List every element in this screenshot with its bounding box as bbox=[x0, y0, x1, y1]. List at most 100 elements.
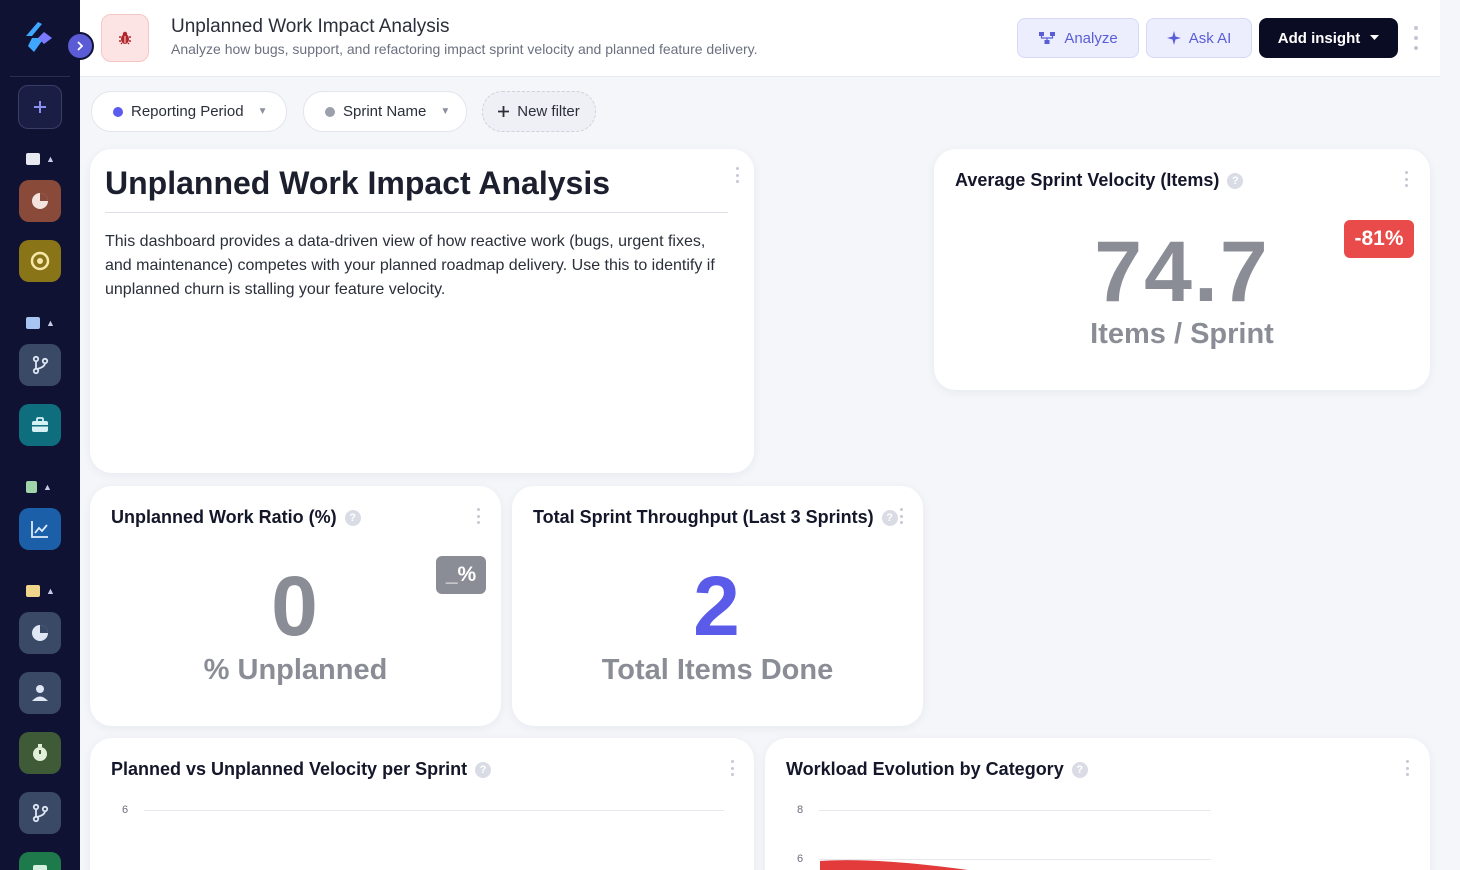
sidebar-item-briefcase[interactable] bbox=[19, 404, 61, 446]
briefcase-icon bbox=[32, 417, 48, 432]
analyze-button[interactable]: Analyze bbox=[1017, 18, 1139, 58]
sidebar-item-line-chart[interactable] bbox=[19, 508, 61, 550]
target-icon bbox=[30, 251, 50, 271]
card-menu-icon[interactable] bbox=[728, 760, 736, 776]
sidebar-item-git-branch[interactable] bbox=[19, 344, 61, 386]
sidebar-group-documents[interactable]: ▲ bbox=[26, 480, 58, 494]
card-title-text: Unplanned Work Ratio (%) bbox=[111, 507, 337, 527]
add-insight-button[interactable]: Add insight bbox=[1259, 18, 1398, 58]
analyze-label: Analyze bbox=[1064, 29, 1118, 47]
sidebar-item-target[interactable] bbox=[19, 240, 61, 282]
card-menu-icon[interactable] bbox=[897, 508, 905, 524]
velocity-kpi-card: Average Sprint Velocity (Items) ? 74.7 I… bbox=[934, 149, 1430, 390]
filter-reporting-period[interactable]: Reporting Period ▼ bbox=[91, 91, 287, 132]
sidebar-item-pie-summary[interactable] bbox=[19, 612, 61, 654]
sidebar-group-notes[interactable]: ▲ bbox=[26, 584, 58, 598]
card-title: Average Sprint Velocity (Items) ? bbox=[955, 170, 1244, 191]
chevron-down-icon: ▼ bbox=[257, 106, 268, 117]
git-branch-icon bbox=[32, 355, 49, 375]
line-chart-icon bbox=[31, 521, 48, 538]
pie-chart-icon bbox=[32, 625, 48, 641]
page-subtitle: Analyze how bugs, support, and refactori… bbox=[171, 41, 758, 57]
grid-line bbox=[819, 810, 1211, 811]
chevron-up-icon: ▲ bbox=[46, 586, 55, 596]
chevron-up-icon: ▲ bbox=[46, 154, 55, 164]
new-filter-label: New filter bbox=[517, 103, 580, 120]
y-axis-tick: 6 bbox=[797, 853, 804, 865]
intro-text-card: Unplanned Work Impact Analysis This dash… bbox=[90, 149, 754, 473]
card-menu-icon[interactable] bbox=[474, 508, 482, 524]
spreadsheet-icon bbox=[33, 865, 47, 870]
help-icon[interactable]: ? bbox=[475, 761, 492, 778]
help-icon[interactable]: ? bbox=[1227, 172, 1244, 189]
more-options-icon[interactable] bbox=[1410, 26, 1422, 50]
card-menu-icon[interactable] bbox=[1403, 760, 1411, 776]
grid-line bbox=[144, 810, 724, 811]
page-title: Unplanned Work Impact Analysis bbox=[171, 16, 450, 37]
filter-sprint-name[interactable]: Sprint Name ▼ bbox=[303, 91, 467, 132]
change-badge: -81% bbox=[1344, 220, 1414, 258]
filter-status-dot bbox=[325, 106, 335, 117]
throughput-kpi-card: Total Sprint Throughput (Last 3 Sprints)… bbox=[512, 486, 923, 726]
git-branch-icon bbox=[32, 803, 49, 823]
card-title-text: Average Sprint Velocity (Items) bbox=[955, 170, 1220, 190]
ask-ai-button[interactable]: Ask AI bbox=[1146, 18, 1252, 58]
chevron-up-icon: ▲ bbox=[43, 482, 52, 492]
new-filter-button[interactable]: New filter bbox=[482, 91, 596, 132]
y-axis-tick: 8 bbox=[797, 804, 804, 816]
chevron-up-icon: ▲ bbox=[46, 318, 55, 328]
page-header: Unplanned Work Impact Analysis Analyze h… bbox=[80, 0, 1440, 77]
card-title-text: Planned vs Unplanned Velocity per Sprint bbox=[111, 759, 468, 779]
caret-down-icon bbox=[1370, 35, 1380, 40]
card-title: Workload Evolution by Category ? bbox=[786, 759, 1088, 780]
ratio-kpi-card: Unplanned Work Ratio (%) ? 0 % Unplanned… bbox=[90, 486, 501, 726]
kpi-unit: % Unplanned bbox=[203, 654, 388, 686]
velocity-chart-card: Planned vs Unplanned Velocity per Sprint… bbox=[90, 738, 754, 870]
plus-icon bbox=[34, 101, 46, 113]
hierarchy-icon bbox=[1039, 32, 1056, 44]
sticky-note-icon bbox=[26, 585, 40, 597]
plus-icon bbox=[498, 106, 510, 117]
sidebar-item-spreadsheet[interactable] bbox=[19, 852, 61, 870]
expand-sidebar-button[interactable] bbox=[66, 32, 94, 60]
new-dashboard-button[interactable] bbox=[18, 85, 62, 129]
sidebar-group-archive[interactable]: ▲ bbox=[26, 152, 58, 166]
card-title: Total Sprint Throughput (Last 3 Sprints)… bbox=[533, 507, 898, 528]
user-icon bbox=[32, 685, 48, 701]
help-icon[interactable]: ? bbox=[1071, 761, 1088, 778]
filter-label: Reporting Period bbox=[131, 103, 244, 120]
sidebar-item-user[interactable] bbox=[19, 672, 61, 714]
kpi-unit: Items / Sprint bbox=[1090, 318, 1274, 350]
archive-icon bbox=[26, 153, 40, 165]
ask-ai-label: Ask AI bbox=[1188, 29, 1232, 47]
help-icon[interactable]: ? bbox=[881, 509, 898, 526]
dashboard-icon bbox=[101, 14, 149, 62]
help-icon[interactable]: ? bbox=[344, 509, 361, 526]
sidebar: ▲ ▲ ▲ ▲ bbox=[0, 0, 94, 870]
document-icon bbox=[26, 481, 37, 493]
filter-status-dot bbox=[113, 106, 123, 117]
sidebar-divider bbox=[10, 76, 70, 77]
tag-icon bbox=[26, 317, 40, 329]
card-title-text: Workload Evolution by Category bbox=[786, 759, 1064, 779]
card-menu-icon[interactable] bbox=[733, 167, 741, 183]
card-title: Planned vs Unplanned Velocity per Sprint… bbox=[111, 759, 492, 780]
chevron-down-icon: ▼ bbox=[440, 106, 451, 117]
chevron-right-icon bbox=[77, 41, 84, 51]
sparkle-icon bbox=[1166, 31, 1181, 45]
add-insight-label: Add insight bbox=[1277, 29, 1361, 47]
sidebar-group-tags[interactable]: ▲ bbox=[26, 316, 58, 330]
card-title: Unplanned Work Ratio (%) ? bbox=[111, 507, 361, 528]
change-badge: _% bbox=[436, 556, 486, 594]
kpi-value: 2 bbox=[693, 559, 742, 653]
intro-description: This dashboard provides a data-driven vi… bbox=[105, 233, 715, 298]
card-menu-icon[interactable] bbox=[1402, 171, 1410, 187]
workload-chart-card: Workload Evolution by Category ? 8 6 bbox=[765, 738, 1430, 870]
app-logo-icon[interactable] bbox=[22, 20, 58, 56]
pie-chart-icon bbox=[32, 193, 48, 209]
sidebar-item-pie-report[interactable] bbox=[19, 180, 61, 222]
card-title-text: Total Sprint Throughput (Last 3 Sprints) bbox=[533, 507, 874, 527]
sidebar-item-git-branch-2[interactable] bbox=[19, 792, 61, 834]
divider bbox=[105, 212, 728, 213]
sidebar-item-timer[interactable] bbox=[19, 732, 61, 774]
